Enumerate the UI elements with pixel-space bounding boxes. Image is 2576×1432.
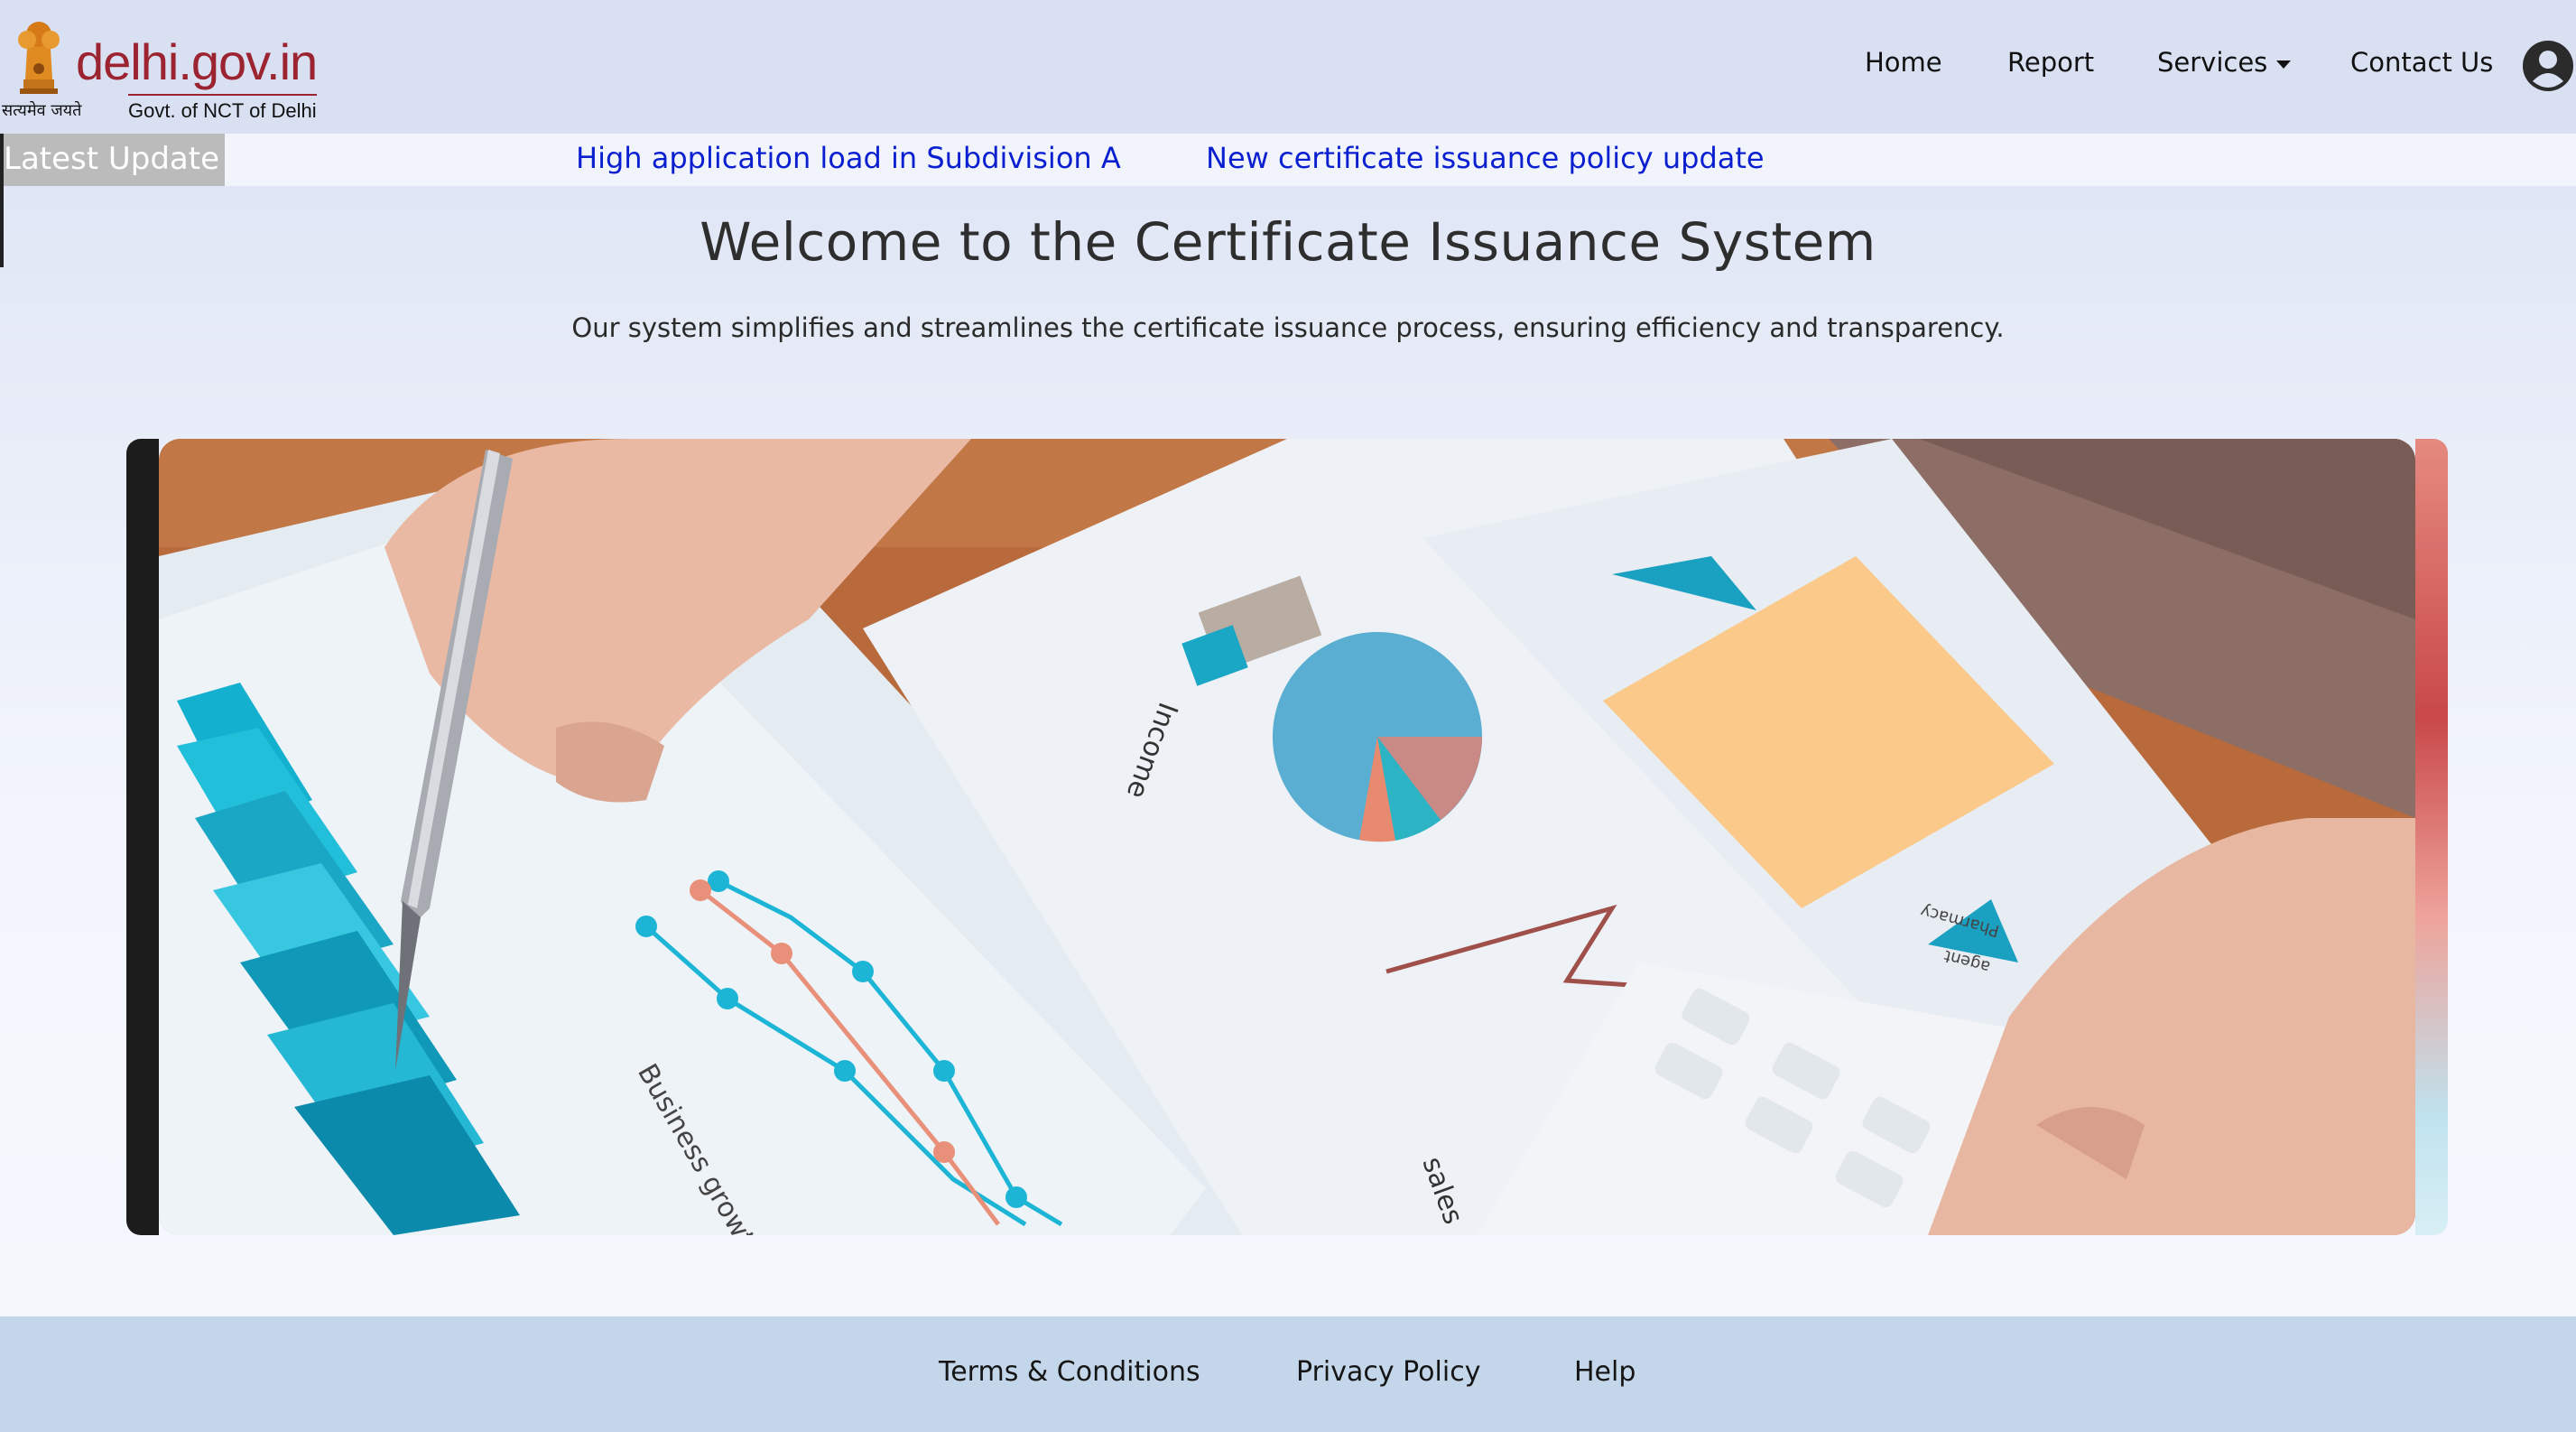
latest-update-ticker: Latest Update High application load in S… [0, 134, 2576, 186]
image-carousel: Business growth Income sales Pharmacy ag… [126, 439, 2448, 1235]
carousel-active-slide: Business growth Income sales Pharmacy ag… [159, 439, 2415, 1235]
ticker-label: Latest Update [0, 134, 226, 186]
chevron-down-icon [2276, 60, 2292, 69]
page-description: Our system simplifies and streamlines th… [571, 312, 2005, 343]
carousel-next-slide[interactable] [2415, 439, 2448, 1235]
business-analytics-photo: Business growth Income sales Pharmacy ag… [159, 439, 2415, 1235]
site-name: delhi.gov.in [76, 33, 318, 90]
site-header: delhi.gov.in सत्यमेव जयते Govt. of NCT o… [0, 0, 2576, 134]
page-title: Welcome to the Certificate Issuance Syst… [700, 211, 1876, 273]
motto-text: सत्यमेव जयते [2, 101, 82, 120]
nav-contact-us[interactable]: Contact Us [2350, 47, 2493, 78]
carousel-prev-slide[interactable] [126, 439, 159, 1235]
nav-report[interactable]: Report [2007, 47, 2094, 78]
site-logo[interactable]: delhi.gov.in सत्यमेव जयते Govt. of NCT o… [0, 0, 325, 134]
govt-subtitle: Govt. of NCT of Delhi [128, 94, 317, 123]
site-footer: Terms & Conditions Privacy Policy Help [0, 1316, 2576, 1432]
footer-help-link[interactable]: Help [1574, 1356, 1635, 1388]
nav-services-dropdown[interactable]: Services [2157, 47, 2292, 78]
user-account-icon[interactable] [2522, 40, 2574, 92]
ticker-item[interactable]: High application load in Subdivision A [576, 141, 1121, 175]
ticker-item[interactable]: New certificate issuance policy update [1206, 141, 1765, 175]
ashoka-emblem-icon [18, 22, 60, 94]
footer-privacy-link[interactable]: Privacy Policy [1296, 1356, 1480, 1388]
nav-home[interactable]: Home [1865, 47, 1942, 78]
footer-terms-link[interactable]: Terms & Conditions [939, 1356, 1200, 1388]
nav-services-label: Services [2157, 47, 2268, 78]
